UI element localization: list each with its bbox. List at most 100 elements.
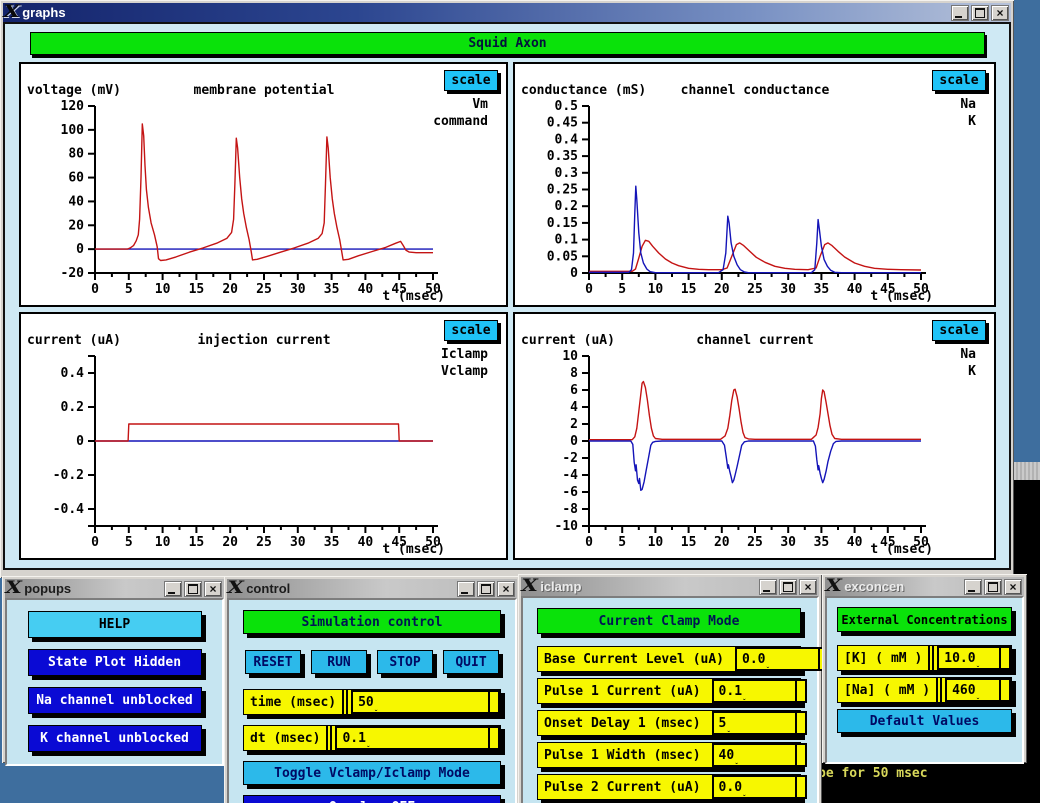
run-button[interactable]: RUN xyxy=(311,650,367,674)
overlay-toggle-button[interactable]: Overlay OFF xyxy=(243,795,501,803)
window-title: popups xyxy=(24,581,71,596)
onset-delay1-input[interactable]: 5ˬ xyxy=(712,711,807,735)
control-titlebar[interactable]: X control × xyxy=(227,579,517,598)
minimize-icon xyxy=(168,592,175,594)
svg-text:0: 0 xyxy=(91,282,99,297)
svg-text:15: 15 xyxy=(681,535,697,550)
svg-text:current (uA): current (uA) xyxy=(521,333,615,348)
svg-text:membrane potential: membrane potential xyxy=(194,83,335,98)
exconcen-titlebar[interactable]: X exconcen × xyxy=(825,577,1024,596)
svg-text:4: 4 xyxy=(570,400,578,415)
maximize-button[interactable] xyxy=(184,581,202,597)
maximize-button[interactable] xyxy=(984,579,1002,595)
current-clamp-mode-header: Current Clamp Mode xyxy=(537,608,801,634)
iclamp-titlebar[interactable]: X iclamp × xyxy=(521,577,819,596)
svg-text:0: 0 xyxy=(570,266,578,281)
pulse2-current-input[interactable]: 0.0ˬ xyxy=(712,775,807,799)
pulse1-width-input[interactable]: 40ˬ xyxy=(712,743,807,767)
close-button[interactable]: × xyxy=(991,5,1009,21)
stop-button[interactable]: STOP xyxy=(377,650,433,674)
maximize-button[interactable] xyxy=(779,579,797,595)
svg-text:-20: -20 xyxy=(61,266,85,281)
toggle-clamp-mode-button[interactable]: Toggle Vclamp/Iclamp Mode xyxy=(243,761,501,785)
svg-text:10: 10 xyxy=(648,535,664,550)
svg-text:30: 30 xyxy=(780,535,796,550)
svg-text:10: 10 xyxy=(562,349,578,364)
svg-text:Vm: Vm xyxy=(472,97,488,112)
state-plot-button[interactable]: State Plot Hidden xyxy=(28,649,202,676)
svg-text:0.4: 0.4 xyxy=(555,132,579,147)
onset-delay1-field[interactable]: Onset Delay 1 (msec) 5ˬ xyxy=(537,710,801,736)
graphs-titlebar[interactable]: X graphs × xyxy=(3,3,1011,22)
maximize-button[interactable] xyxy=(971,5,989,21)
svg-text:channel conductance: channel conductance xyxy=(681,83,830,98)
time-field-label: time (msec) xyxy=(244,690,342,714)
time-field[interactable]: time (msec) 50ˬ xyxy=(243,689,501,715)
na-concentration-field[interactable]: [Na] ( mM ) 460ˬ xyxy=(837,677,1012,703)
scale-button[interactable]: scale xyxy=(444,70,498,91)
x-logo-icon: X xyxy=(825,578,842,595)
minimize-button[interactable] xyxy=(951,5,969,21)
popups-titlebar[interactable]: X popups × xyxy=(5,579,224,598)
minimize-button[interactable] xyxy=(457,581,475,597)
popups-window: X popups × HELP State Plot Hidden Na cha… xyxy=(2,576,227,763)
close-icon: × xyxy=(804,581,811,593)
close-button[interactable]: × xyxy=(1004,579,1022,595)
svg-text:40: 40 xyxy=(358,535,374,550)
pulse1-current-input[interactable]: 0.1ˬ xyxy=(712,679,807,703)
na-channel-block-button[interactable]: Na channel unblocked xyxy=(28,687,202,714)
quit-button[interactable]: QUIT xyxy=(443,650,499,674)
na-concentration-input[interactable]: 460ˬ xyxy=(945,678,1011,702)
svg-text:40: 40 xyxy=(847,282,863,297)
k-channel-block-button[interactable]: K channel unblocked xyxy=(28,725,202,752)
minimize-button[interactable] xyxy=(759,579,777,595)
minimize-icon xyxy=(955,16,962,18)
pulse1-width-field[interactable]: Pulse 1 Width (msec) 40ˬ xyxy=(537,742,801,768)
iclamp-window: X iclamp × Current Clamp Mode Base Curre… xyxy=(518,574,822,803)
svg-text:-4: -4 xyxy=(562,468,578,483)
pulse1-current-field[interactable]: Pulse 1 Current (uA) 0.1ˬ xyxy=(537,678,801,704)
base-current-field[interactable]: Base Current Level (uA) 0.0ˬ xyxy=(537,646,801,672)
svg-text:30: 30 xyxy=(290,282,306,297)
close-button[interactable]: × xyxy=(204,581,222,597)
close-button[interactable]: × xyxy=(799,579,817,595)
simulation-control-header: Simulation control xyxy=(243,610,501,634)
dt-field[interactable]: dt (msec) 0.1ˬ xyxy=(243,725,501,751)
svg-text:t (msec): t (msec) xyxy=(870,289,933,304)
svg-text:35: 35 xyxy=(324,535,340,550)
svg-text:current (uA): current (uA) xyxy=(27,333,121,348)
svg-text:Na: Na xyxy=(960,97,976,112)
maximize-icon xyxy=(188,584,198,594)
scale-button[interactable]: scale xyxy=(444,320,498,341)
k-concentration-input[interactable]: 10.0ˬ xyxy=(937,646,1011,670)
minimize-button[interactable] xyxy=(964,579,982,595)
scale-button[interactable]: scale xyxy=(932,70,986,91)
base-current-input[interactable]: 0.0ˬ xyxy=(735,647,830,671)
close-icon: × xyxy=(209,583,216,595)
help-button[interactable]: HELP xyxy=(28,611,202,638)
pulse2-current-field[interactable]: Pulse 2 Current (uA) 0.0ˬ xyxy=(537,774,801,800)
minimize-button[interactable] xyxy=(164,581,182,597)
close-button[interactable]: × xyxy=(497,581,515,597)
time-field-input[interactable]: 50ˬ xyxy=(351,690,500,714)
close-icon: × xyxy=(996,7,1003,19)
svg-text:20: 20 xyxy=(714,535,730,550)
svg-text:2: 2 xyxy=(570,417,578,432)
reset-button[interactable]: RESET xyxy=(245,650,301,674)
window-title: control xyxy=(246,581,290,596)
svg-text:20: 20 xyxy=(714,282,730,297)
svg-text:25: 25 xyxy=(256,282,272,297)
dt-field-input[interactable]: 0.1ˬ xyxy=(335,726,500,750)
x-logo-icon: X xyxy=(521,578,538,595)
svg-text:K: K xyxy=(968,364,976,379)
maximize-button[interactable] xyxy=(477,581,495,597)
x-logo-icon: X xyxy=(227,580,244,597)
default-values-button[interactable]: Default Values xyxy=(837,709,1012,733)
k-concentration-field[interactable]: [K] ( mM ) 10.0ˬ xyxy=(837,645,1012,671)
graphs-window: X graphs × Squid Axon scale voltage (mV)… xyxy=(0,0,1014,578)
channel-conductance-plot: scale conductance (mS)channel conductanc… xyxy=(513,62,996,307)
svg-text:-0.4: -0.4 xyxy=(53,502,84,517)
svg-text:0.5: 0.5 xyxy=(555,99,578,114)
scale-button[interactable]: scale xyxy=(932,320,986,341)
svg-text:0: 0 xyxy=(585,535,593,550)
